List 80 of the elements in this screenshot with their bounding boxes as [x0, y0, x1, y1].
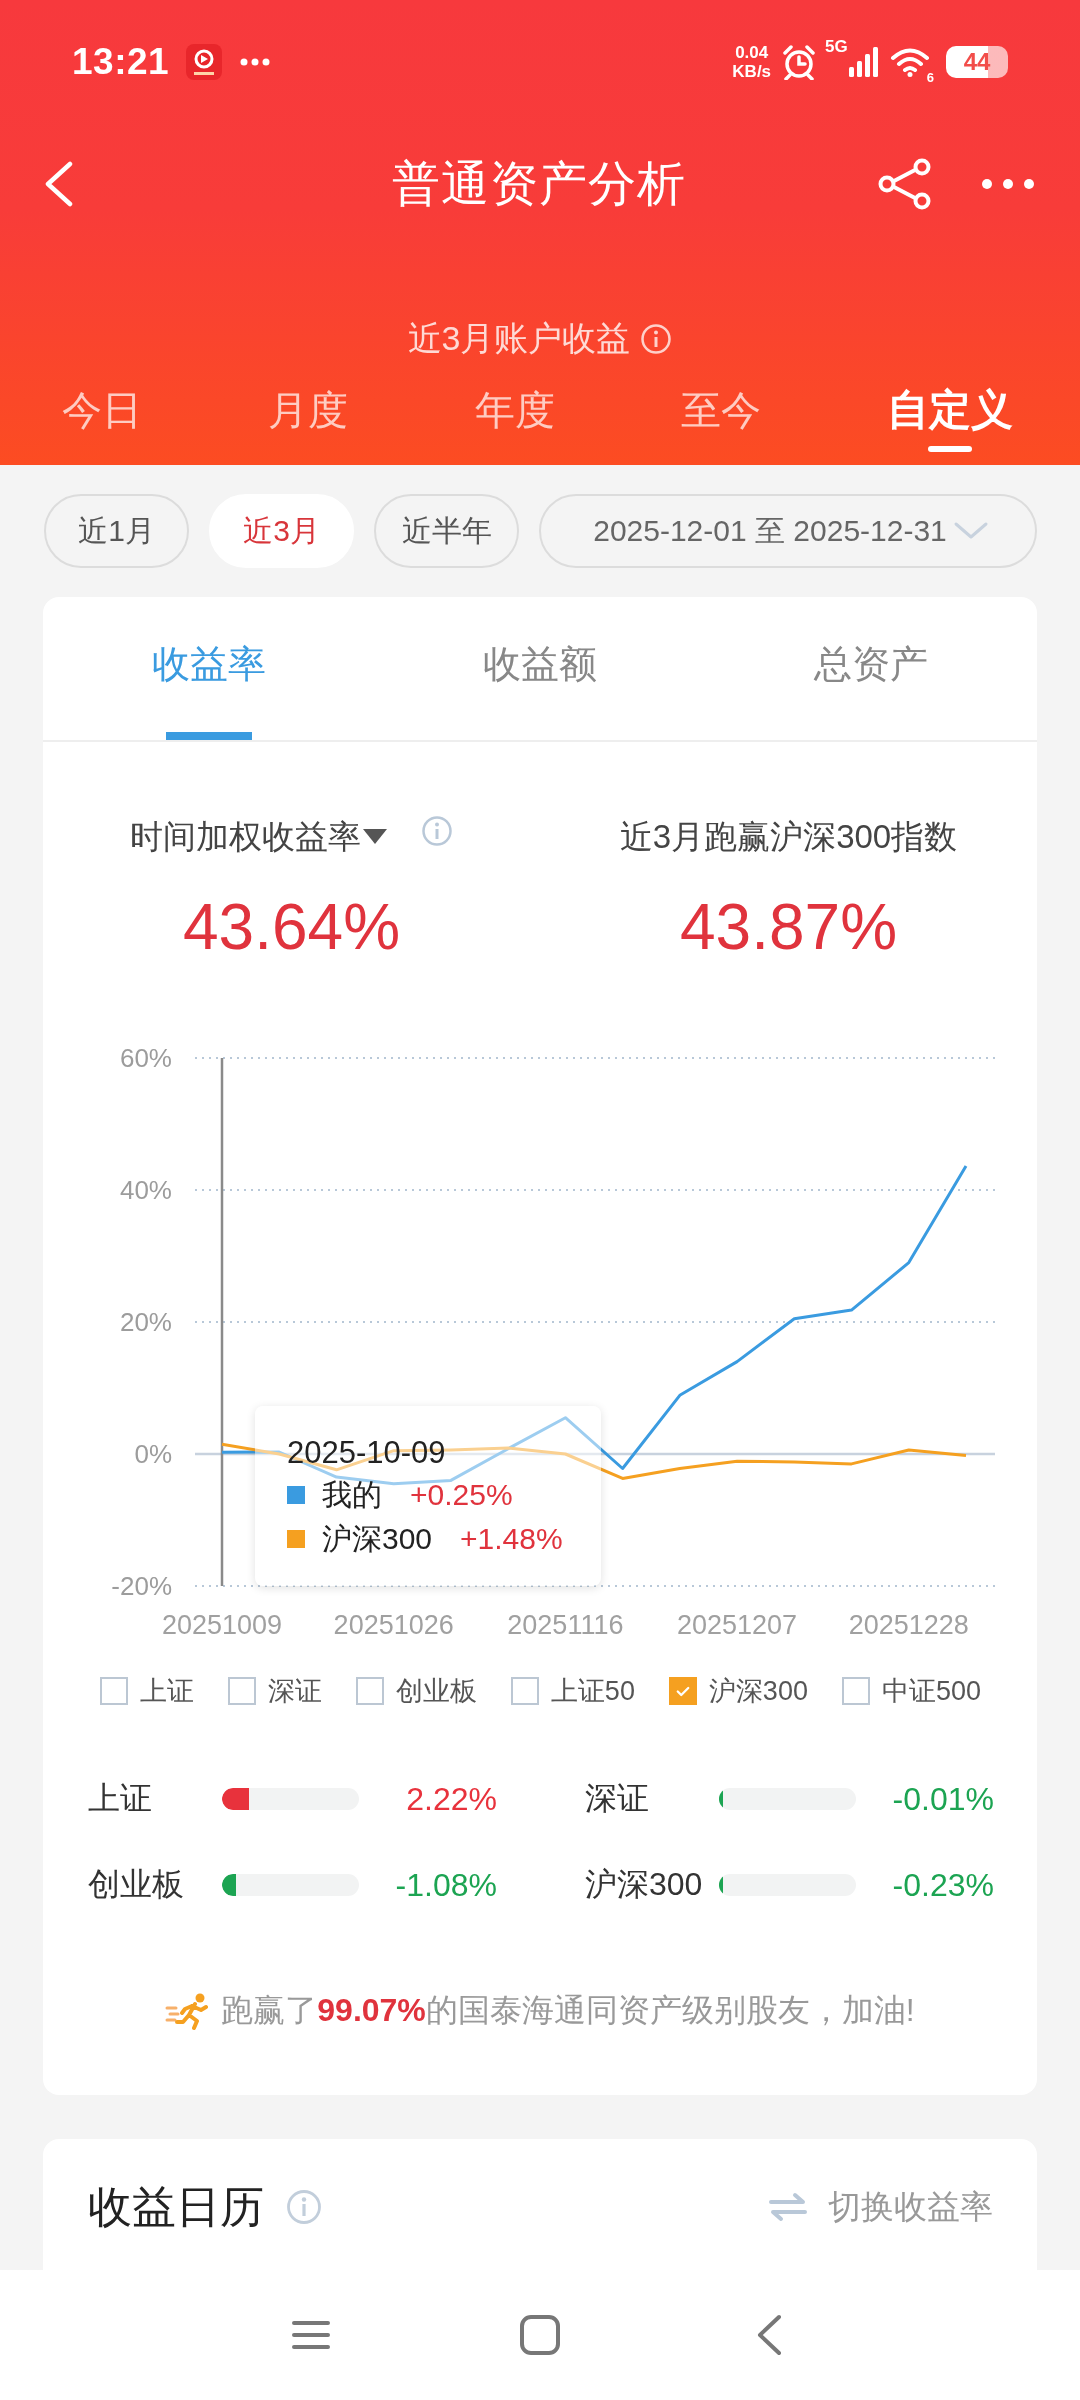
index-name: 创业板	[88, 1865, 185, 1904]
checkmark-icon	[675, 1685, 690, 1697]
index-change: 2.22%	[405, 1780, 497, 1818]
metric-value: 43.87%	[679, 890, 898, 965]
share-icon[interactable]	[877, 158, 933, 210]
section-title: 收益日历	[88, 2180, 264, 2233]
period-tab[interactable]: 今日	[62, 382, 142, 454]
index-option[interactable]: 上证50	[510, 1673, 635, 1709]
axis-label: 20%	[119, 1307, 172, 1337]
caret-down-icon[interactable]	[363, 829, 387, 845]
info-icon[interactable]	[421, 815, 453, 847]
axis-label: 0%	[134, 1439, 172, 1469]
checkbox[interactable]	[227, 1677, 256, 1705]
page-title: 普通资产分析	[392, 156, 686, 212]
axis-label: 20251207	[677, 1610, 798, 1640]
home-square-icon[interactable]	[519, 2314, 561, 2356]
period-tab[interactable]: 月度	[268, 382, 349, 454]
metric-label: 时间加权收益率	[130, 816, 361, 857]
wifi-standard-label: 6	[926, 70, 934, 85]
index-option[interactable]: 中证500	[841, 1673, 981, 1709]
series-name: 我的	[322, 1476, 382, 1513]
metric-label: 近3月跑赢沪深300指数	[619, 816, 958, 857]
app-notification-icon	[186, 44, 223, 80]
status-time: 13:21	[72, 41, 170, 83]
axis-label: 20251009	[161, 1610, 283, 1640]
axis-label: 40%	[119, 1175, 172, 1205]
back-icon[interactable]	[756, 2314, 782, 2356]
range-chip[interactable]: 近3月	[209, 494, 354, 568]
swatch-icon	[287, 1530, 305, 1548]
checkbox[interactable]	[355, 1677, 384, 1705]
ranking-text: 跑赢了99.07%的国泰海通同资产级别股友，加油!	[221, 1991, 915, 2030]
swatch-icon	[287, 1486, 305, 1504]
range-chip[interactable]: 近1月	[44, 494, 189, 568]
metric-value: 43.64%	[182, 890, 401, 965]
signal-icon	[847, 47, 878, 77]
axis-label: 60%	[119, 1043, 172, 1073]
battery-indicator: 44	[946, 46, 1008, 78]
chevron-down-icon	[952, 521, 989, 541]
analysis-tab[interactable]: 总资产	[705, 597, 1037, 740]
checkbox[interactable]	[668, 1677, 697, 1705]
network-type: 5G	[825, 37, 848, 57]
index-name: 上证	[88, 1779, 153, 1818]
date-range-picker[interactable]: 2025-12-01 至 2025-12-31	[539, 494, 1037, 568]
index-option[interactable]: 上证	[100, 1673, 194, 1709]
swap-arrows-icon	[768, 2191, 808, 2223]
index-option[interactable]: 深证	[227, 1673, 322, 1709]
network-speed: 0.04	[735, 43, 769, 62]
series-value: +1.48%	[460, 1522, 563, 1556]
alarm-clock-icon	[781, 44, 818, 80]
axis-label: 20251228	[848, 1610, 969, 1640]
index-change: -0.01%	[891, 1780, 994, 1818]
more-dots-icon	[240, 58, 271, 66]
index-change: -1.08%	[394, 1866, 497, 1904]
index-name: 沪深300	[585, 1865, 704, 1904]
tooltip-date: 2025-10-09	[287, 1434, 447, 1472]
index-change: -0.23%	[891, 1866, 994, 1904]
axis-label: 20251026	[333, 1610, 454, 1640]
switch-view-button[interactable]: 切换收益率	[768, 2179, 993, 2235]
checkbox[interactable]	[100, 1677, 128, 1705]
index-option[interactable]: 创业板	[355, 1673, 477, 1709]
period-tab[interactable]: 至今	[680, 382, 761, 454]
period-tab[interactable]: 自定义	[887, 382, 1013, 454]
analysis-tab[interactable]: 收益额	[374, 597, 706, 740]
index-option[interactable]: 沪深300	[668, 1673, 808, 1709]
checkbox[interactable]	[510, 1677, 539, 1705]
period-summary-label: 近3月账户收益	[407, 318, 631, 359]
network-speed-unit: KB/s	[732, 62, 772, 81]
range-chip[interactable]: 近半年	[374, 494, 519, 568]
menu-icon[interactable]	[291, 2319, 331, 2351]
back-icon[interactable]	[43, 161, 73, 207]
series-name: 沪深300	[322, 1520, 433, 1557]
info-icon[interactable]	[286, 2189, 322, 2225]
analysis-tab[interactable]: 收益率	[43, 597, 375, 740]
axis-label: 20251116	[507, 1610, 624, 1640]
index-name: 深证	[585, 1779, 650, 1818]
series-value: +0.25%	[410, 1478, 513, 1512]
axis-label: -20%	[111, 1571, 172, 1601]
more-icon[interactable]	[981, 178, 1035, 190]
period-tab[interactable]: 年度	[474, 382, 555, 454]
checkbox[interactable]	[841, 1677, 870, 1705]
